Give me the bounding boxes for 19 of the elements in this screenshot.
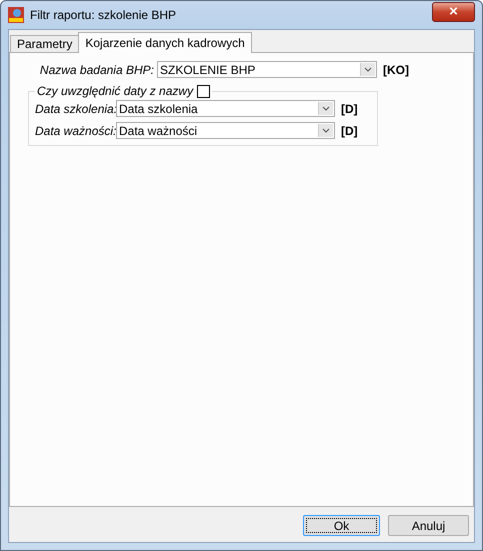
dropdown-field[interactable]: Data ważności (116, 122, 335, 139)
chevron-down-icon (318, 102, 333, 115)
window-title: Filtr raportu: szkolenie BHP (30, 8, 178, 22)
field-code: [D] (341, 124, 358, 138)
dropdown-field[interactable]: Data szkolenia (116, 100, 335, 117)
app-icon (8, 7, 24, 23)
chevron-down-icon (318, 124, 333, 137)
tab[interactable]: Parametry (10, 35, 80, 53)
field-code: [D] (341, 102, 358, 116)
dialog-button[interactable]: Anuluj (388, 515, 469, 536)
field-code: [KO] (383, 62, 409, 76)
field-label: Nazwa badania BHP: (38, 62, 154, 76)
close-button[interactable]: × (432, 2, 475, 22)
dialog-button[interactable]: Ok (303, 515, 380, 536)
tab[interactable]: Kojarzenie danych kadrowych (78, 32, 252, 53)
dropdown-field[interactable]: SZKOLENIE BHP (157, 61, 377, 78)
checkbox[interactable] (197, 84, 210, 98)
chevron-down-icon (360, 63, 375, 76)
group-legend: Czy uwzględnić daty z nazwy (37, 84, 194, 98)
